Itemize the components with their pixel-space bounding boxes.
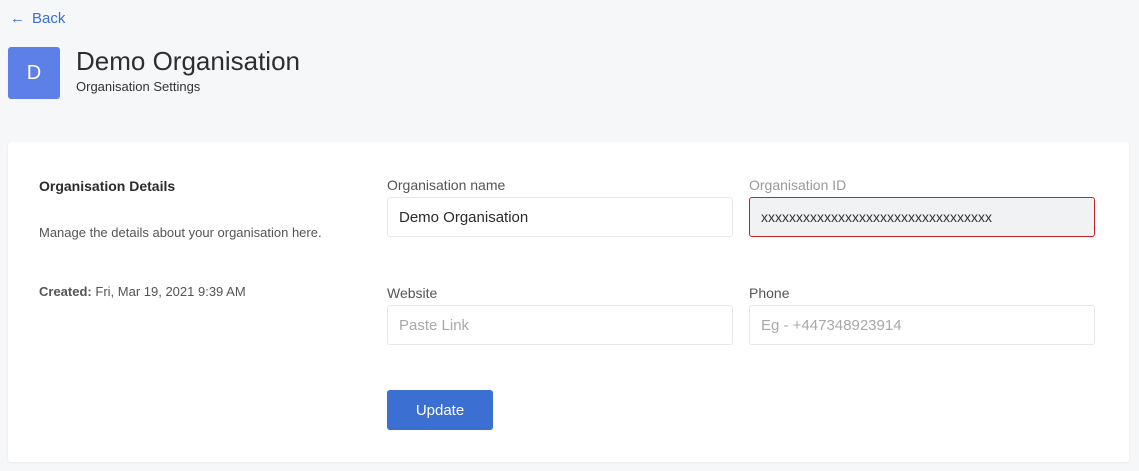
org-name-label: Organisation name [387, 177, 506, 193]
page-title: Demo Organisation [76, 45, 300, 76]
section-description: Manage the details about your organisati… [39, 225, 322, 240]
created-label: Created: [39, 284, 92, 299]
created-info: Created: Fri, Mar 19, 2021 9:39 AM [39, 284, 246, 299]
org-id-input[interactable] [749, 197, 1095, 237]
created-value: Fri, Mar 19, 2021 9:39 AM [95, 284, 246, 299]
section-title: Organisation Details [39, 178, 176, 194]
settings-card: Organisation Details Manage the details … [8, 142, 1129, 462]
org-header: D Demo Organisation Organisation Setting… [8, 46, 300, 99]
org-titles: Demo Organisation Organisation Settings [76, 46, 300, 96]
back-link[interactable]: ← Back [10, 10, 65, 27]
org-name-input[interactable] [387, 197, 733, 237]
org-id-field: Organisation ID [749, 177, 1095, 237]
phone-label: Phone [749, 285, 790, 301]
org-name-field: Organisation name [387, 177, 733, 237]
update-button[interactable]: Update [387, 390, 493, 430]
back-label: Back [32, 10, 66, 27]
arrow-left-icon: ← [10, 10, 25, 27]
website-field: Website [387, 285, 733, 345]
phone-field: Phone [749, 285, 1095, 345]
phone-input[interactable] [749, 305, 1095, 345]
org-id-label: Organisation ID [749, 177, 847, 193]
page-subtitle: Organisation Settings [76, 78, 201, 94]
website-label: Website [387, 285, 438, 301]
website-input[interactable] [387, 305, 733, 345]
org-avatar: D [8, 47, 60, 99]
